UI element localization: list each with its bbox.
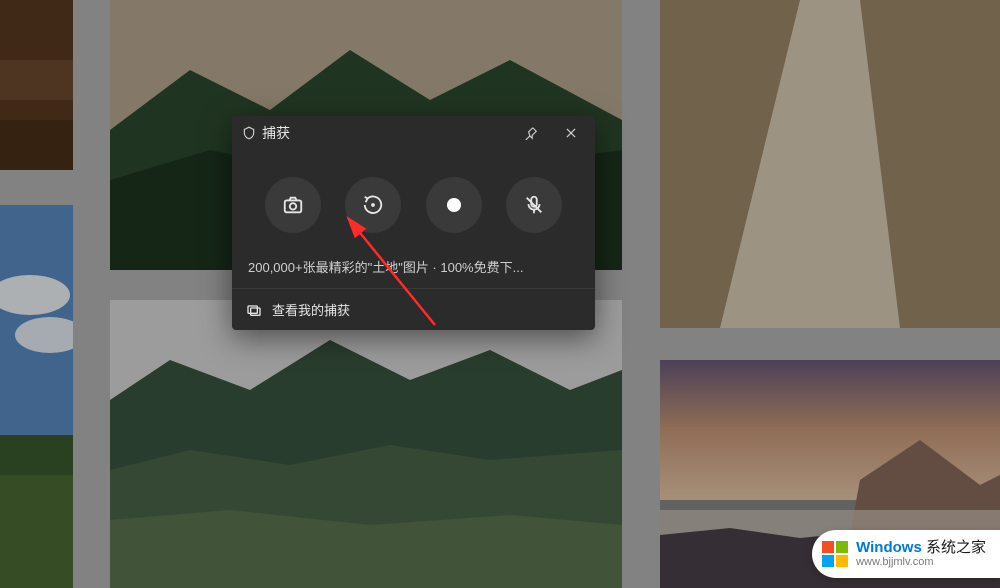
record-icon — [447, 198, 461, 212]
pin-icon — [524, 126, 538, 140]
shield-icon — [242, 126, 256, 140]
camera-icon — [282, 194, 304, 216]
pin-button[interactable] — [515, 117, 547, 149]
capture-region-button[interactable] — [345, 177, 401, 233]
gallery-icon — [246, 302, 262, 318]
gallery-thumb[interactable] — [660, 0, 1000, 328]
gallery-thumb[interactable] — [0, 0, 73, 170]
view-captures-label: 查看我的捕获 — [272, 300, 350, 319]
windows-logo-icon — [822, 541, 848, 567]
gallery-thumb[interactable] — [110, 300, 622, 588]
panel-description: 200,000+张最精彩的"土地"图片 · 100%免费下... — [232, 251, 595, 288]
gallery-thumb[interactable] — [0, 205, 73, 588]
watermark-url: www.bjjmlv.com — [856, 556, 986, 568]
panel-title: 捕获 — [262, 123, 290, 143]
view-captures-button[interactable]: 查看我的捕获 — [232, 288, 595, 330]
screenshot-button[interactable] — [265, 177, 321, 233]
watermark-text: Windows 系统之家 www.bjjmlv.com — [856, 540, 986, 569]
refresh-icon — [362, 194, 384, 216]
panel-header: 捕获 — [232, 116, 595, 150]
mic-off-icon — [523, 194, 545, 216]
mic-toggle-button[interactable] — [506, 177, 562, 233]
watermark-suffix: 系统之家 — [926, 539, 986, 556]
close-icon — [564, 126, 578, 140]
panel-title-group: 捕获 — [242, 123, 507, 143]
panel-body — [232, 150, 595, 251]
capture-panel: 捕获 200,000+张最精彩的"土地"图片 · 100%免费下... 查看我的… — [232, 116, 595, 330]
watermark: Windows 系统之家 www.bjjmlv.com — [812, 530, 1000, 578]
record-button[interactable] — [426, 177, 482, 233]
watermark-brand: Windows — [856, 539, 922, 556]
close-button[interactable] — [555, 117, 587, 149]
